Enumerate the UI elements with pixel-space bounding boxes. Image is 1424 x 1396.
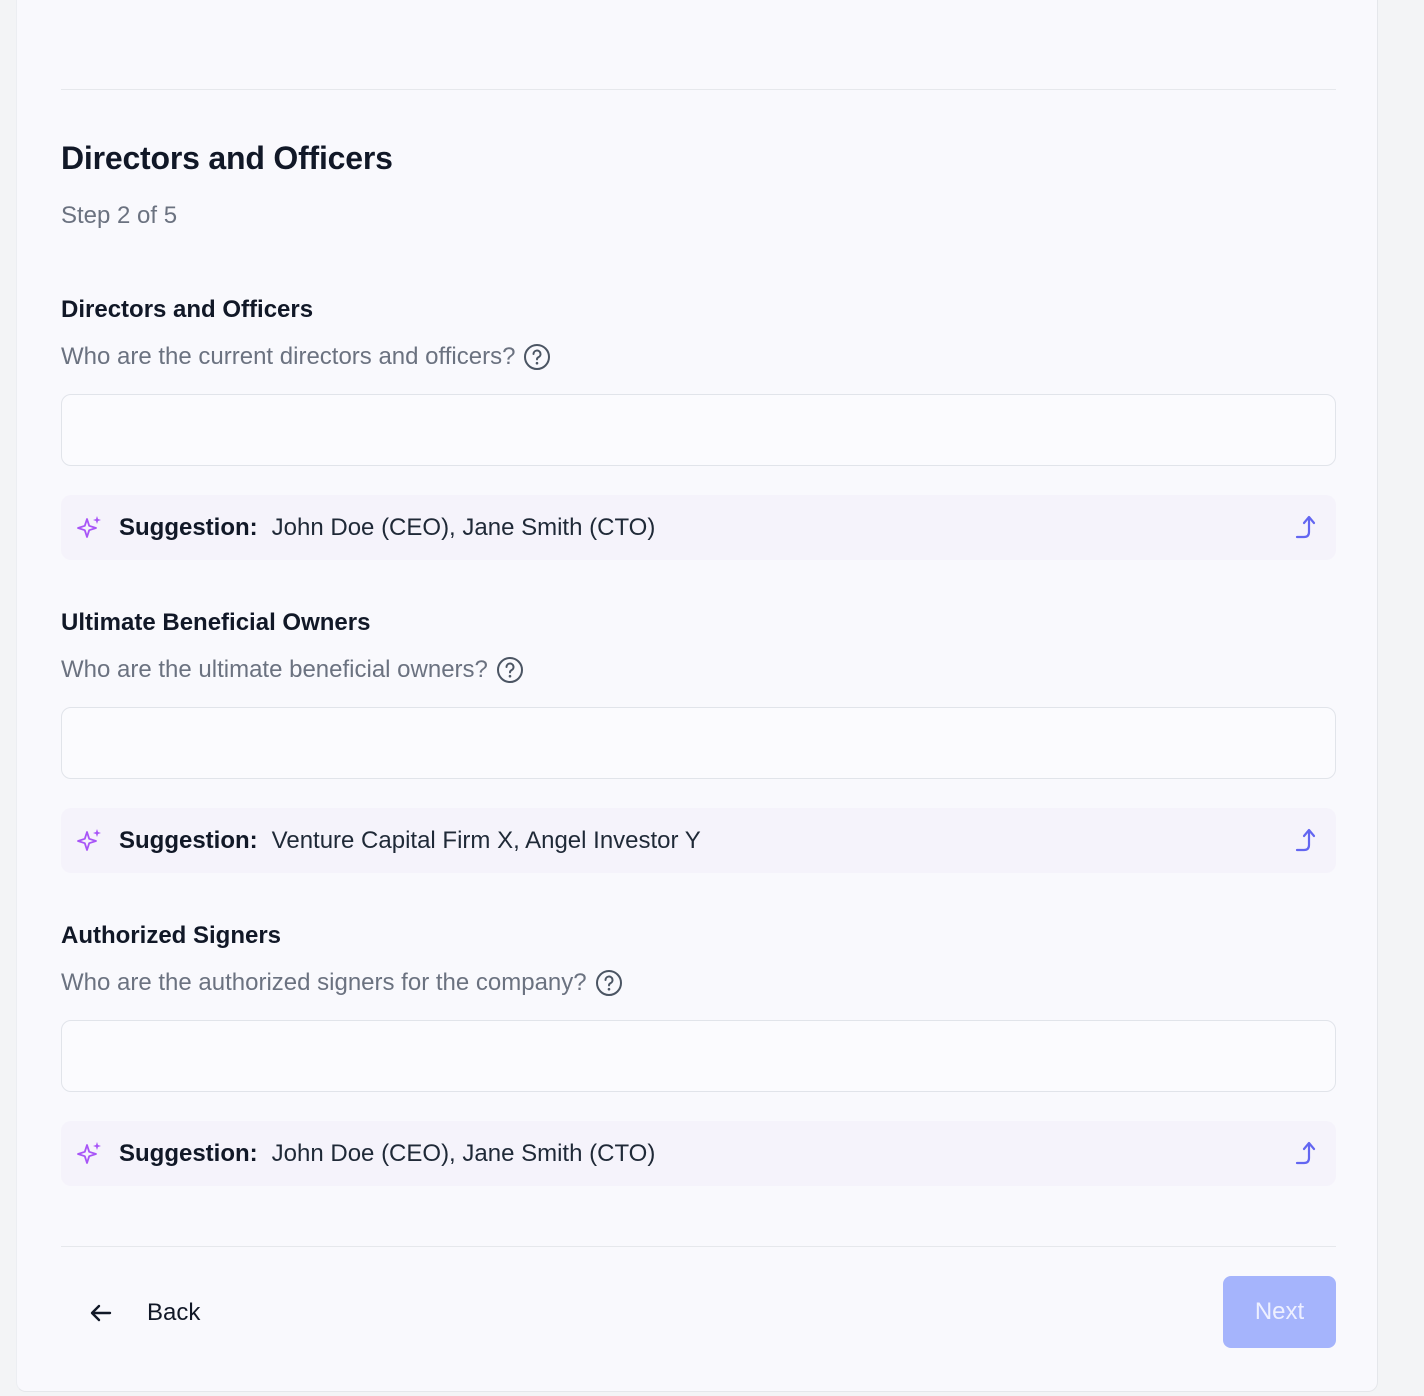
sparkle-icon — [75, 1139, 105, 1169]
question-text: Who are the ultimate beneficial owners? — [61, 656, 488, 683]
next-button[interactable]: Next — [1223, 1276, 1336, 1348]
form-card: Directors and Officers Step 2 of 5 Direc… — [16, 0, 1378, 1392]
section-question: Who are the current directors and office… — [61, 342, 1336, 372]
apply-suggestion-icon[interactable] — [1294, 1139, 1320, 1167]
suggestion-value: John Doe (CEO), Jane Smith (CTO) — [271, 513, 656, 541]
back-button[interactable]: Back — [87, 1290, 200, 1336]
apply-suggestion-icon[interactable] — [1294, 826, 1320, 854]
bottom-divider — [61, 1246, 1336, 1247]
help-icon[interactable] — [523, 343, 551, 371]
question-text: Who are the authorized signers for the c… — [61, 969, 587, 996]
question-text: Who are the current directors and office… — [61, 343, 516, 370]
directors-officers-input[interactable] — [61, 394, 1336, 466]
step-indicator: Step 2 of 5 — [61, 202, 178, 229]
help-icon[interactable] — [595, 969, 623, 997]
page-title: Directors and Officers — [61, 140, 393, 176]
section-title: Ultimate Beneficial Owners — [61, 609, 371, 636]
section-question: Who are the ultimate beneficial owners? — [61, 655, 1336, 685]
sparkle-icon — [75, 826, 105, 856]
section-title: Directors and Officers — [61, 296, 314, 323]
section-directors-officers: Directors and Officers Who are the curre… — [61, 295, 1336, 560]
sparkle-icon — [75, 513, 105, 543]
suggestion-value: Venture Capital Firm X, Angel Investor Y — [271, 826, 701, 854]
section-authorized-signers: Authorized Signers Who are the authorize… — [61, 921, 1336, 1186]
section-question: Who are the authorized signers for the c… — [61, 968, 1336, 998]
suggestion-box[interactable]: Suggestion: John Doe (CEO), Jane Smith (… — [61, 1121, 1336, 1186]
section-beneficial-owners: Ultimate Beneficial Owners Who are the u… — [61, 608, 1336, 873]
authorized-signers-input[interactable] — [61, 1020, 1336, 1092]
top-divider — [61, 89, 1336, 90]
suggestion-box[interactable]: Suggestion: Venture Capital Firm X, Ange… — [61, 808, 1336, 873]
apply-suggestion-icon[interactable] — [1294, 513, 1320, 541]
help-icon[interactable] — [496, 656, 524, 684]
back-label: Back — [147, 1299, 201, 1326]
suggestion-label: Suggestion: — [119, 826, 258, 854]
suggestion-value: John Doe (CEO), Jane Smith (CTO) — [271, 1139, 656, 1167]
section-title: Authorized Signers — [61, 922, 282, 949]
suggestion-label: Suggestion: — [119, 513, 258, 541]
suggestion-box[interactable]: Suggestion: John Doe (CEO), Jane Smith (… — [61, 495, 1336, 560]
beneficial-owners-input[interactable] — [61, 707, 1336, 779]
arrow-left-icon — [87, 1299, 115, 1327]
suggestion-label: Suggestion: — [119, 1139, 258, 1167]
